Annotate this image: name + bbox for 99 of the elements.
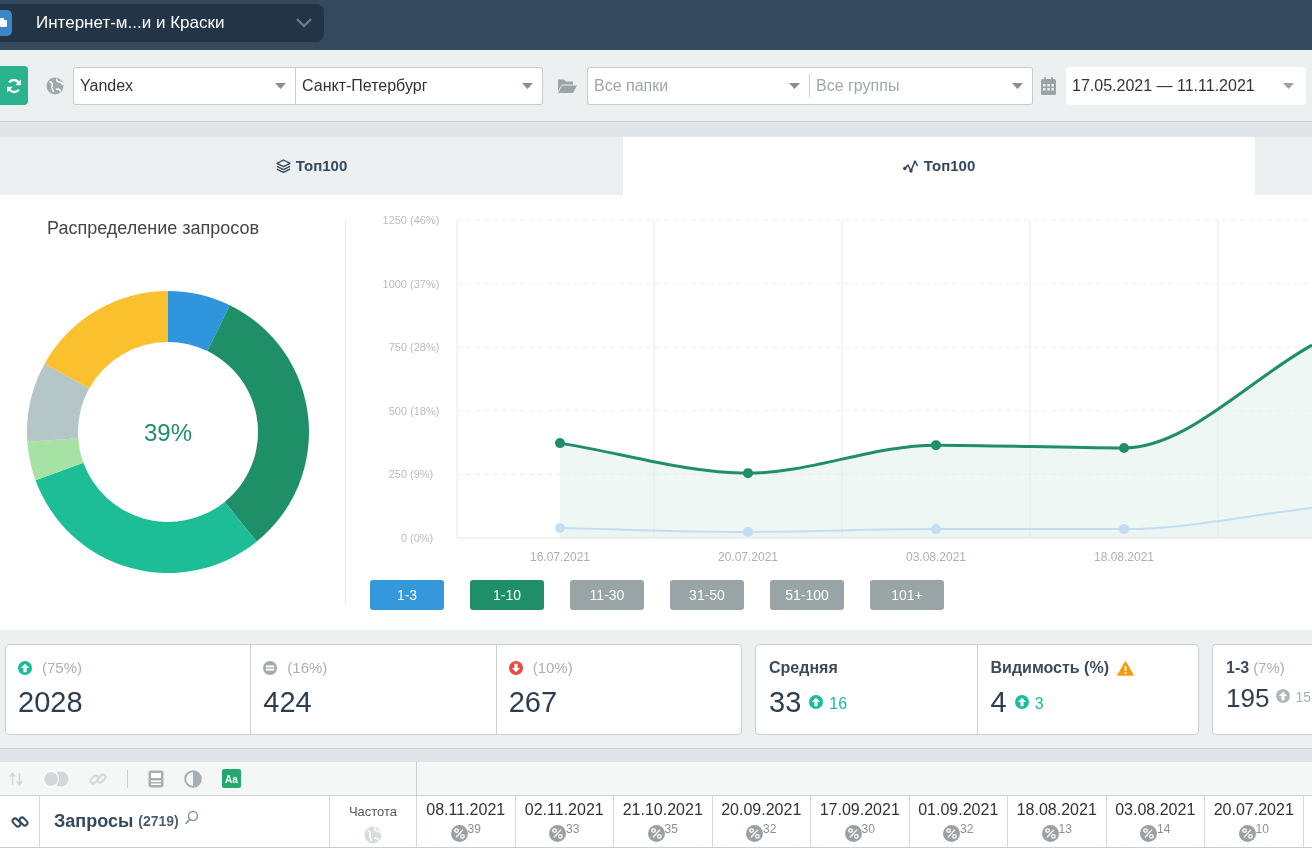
data-point — [1119, 442, 1129, 453]
column-header[interactable]: 20.09.2021 — [721, 800, 802, 820]
equals-icon — [263, 661, 278, 675]
axis-label: (9%) — [410, 468, 434, 481]
badge-count: 32 — [960, 822, 974, 836]
axis-label: (18%) — [410, 404, 440, 417]
badge-count: 10 — [1255, 822, 1269, 836]
data-point — [555, 438, 565, 449]
badge-count: 35 — [664, 822, 678, 836]
column-header[interactable]: 02.11.2021 — [524, 800, 604, 820]
column-header[interactable]: 17.09.2021 — [819, 800, 900, 820]
data-point — [743, 468, 753, 479]
axis-label: 250 — [388, 468, 407, 481]
column-header[interactable]: 03.08.2021 — [1115, 800, 1196, 820]
line-chart-icon — [902, 159, 919, 173]
column-header[interactable]: 18.08.2021 — [1016, 800, 1097, 820]
metric-label: Видимость (%) — [990, 658, 1109, 678]
metric-label: 1-3 — [1226, 658, 1250, 678]
percent-icon — [943, 825, 961, 842]
contrast-icon[interactable] — [184, 769, 202, 788]
data-point — [555, 523, 565, 534]
refresh-button[interactable] — [0, 66, 28, 105]
arrow-up-icon — [809, 695, 824, 709]
share-text: (10%) — [532, 657, 573, 678]
axis-label: (0%) — [410, 532, 434, 544]
arrow-up-icon — [18, 661, 32, 675]
axis-label: 1250 — [382, 214, 407, 226]
axis-label: 750 — [388, 341, 407, 354]
badge-count: 39 — [467, 822, 481, 836]
percent-icon — [844, 825, 862, 842]
date-range-field[interactable]: 17.05.2021 — 11.11.2021 — [1066, 66, 1306, 105]
percent-icon — [1041, 825, 1059, 842]
data-point — [931, 524, 941, 535]
column-header[interactable]: 08.11.2021 — [426, 800, 506, 820]
project-selector[interactable]: Интернет-м...и и Краски — [0, 4, 324, 42]
column-header[interactable]: Запросы — [54, 808, 134, 835]
badge-count: 30 — [861, 822, 875, 836]
chevron-down-icon — [296, 18, 312, 28]
axis-label: (37%) — [410, 277, 440, 290]
stat-value: 424 — [263, 685, 313, 720]
axis-label: 1000 — [382, 277, 407, 290]
delta-text: 3 — [1034, 694, 1044, 714]
axis-label: 03.08.2021 — [905, 550, 967, 564]
axis-label: (28%) — [410, 341, 440, 354]
globe-icon — [364, 825, 382, 844]
axis-label: 20.07.2021 — [717, 550, 779, 564]
layers-icon — [275, 159, 291, 173]
delta-text: 15 — [1295, 688, 1311, 707]
axis-label: 0 — [400, 532, 407, 544]
axis-label: (46%) — [410, 214, 440, 226]
metric-label: Средняя — [769, 658, 838, 678]
stat-value: 195 — [1226, 682, 1270, 714]
percent-icon — [647, 825, 665, 842]
badge-count: 33 — [566, 822, 580, 836]
data-point — [1119, 524, 1129, 535]
share-text: (75%) — [42, 657, 82, 678]
badge-count: 32 — [763, 822, 777, 836]
briefcase-icon — [0, 10, 12, 36]
search-icon[interactable] — [183, 810, 199, 825]
range-toggle[interactable]: 1-10 — [470, 580, 544, 610]
calendar-icon — [1041, 76, 1056, 95]
arrow-up-icon — [1276, 689, 1291, 703]
refresh-icon — [6, 77, 22, 94]
dropdown-field[interactable]: Санкт-Петербург — [296, 66, 543, 105]
column-header[interactable]: 20.07.2021 — [1213, 800, 1294, 820]
arrow-down-icon — [508, 661, 523, 675]
caret-icon — [1283, 82, 1294, 89]
column-header[interactable]: 21.10.2021 — [622, 800, 703, 820]
axis-label: 16.07.2021 — [529, 550, 591, 564]
percent-icon — [450, 825, 468, 842]
stat-value: 4 — [990, 685, 1007, 720]
caret-icon — [275, 82, 286, 89]
share-text: (16%) — [287, 657, 328, 678]
data-point — [743, 526, 753, 537]
axis-label: 500 — [388, 404, 407, 417]
percent-icon — [746, 825, 764, 842]
tab[interactable]: Топ100 — [623, 137, 1255, 195]
globe-icon — [46, 76, 64, 95]
stat-value: 33 — [769, 685, 802, 720]
data-point — [931, 440, 941, 451]
caret-icon — [522, 82, 533, 89]
percent-icon — [549, 825, 567, 842]
stat-value: 267 — [508, 685, 559, 720]
delta-text: 16 — [829, 694, 848, 714]
column-header[interactable]: 01.09.2021 — [918, 800, 999, 820]
column-header[interactable]: Частота — [348, 802, 398, 822]
calculator-icon[interactable] — [148, 769, 164, 788]
share-text: (7%) — [1253, 657, 1285, 678]
count-text: (2719) — [138, 812, 179, 831]
arrow-up-icon — [1014, 695, 1029, 709]
axis-label: 18.08.2021 — [1093, 550, 1155, 564]
percent-icon — [1238, 825, 1256, 842]
stat-value: 2028 — [18, 685, 84, 720]
chart-title: Распределение запросов — [47, 217, 260, 239]
folder-icon — [557, 77, 577, 94]
percent-icon — [1140, 825, 1158, 842]
dropdown-field[interactable]: Yandex — [73, 66, 296, 105]
badge-count: 13 — [1058, 822, 1072, 836]
badge-count: 14 — [1157, 822, 1171, 836]
